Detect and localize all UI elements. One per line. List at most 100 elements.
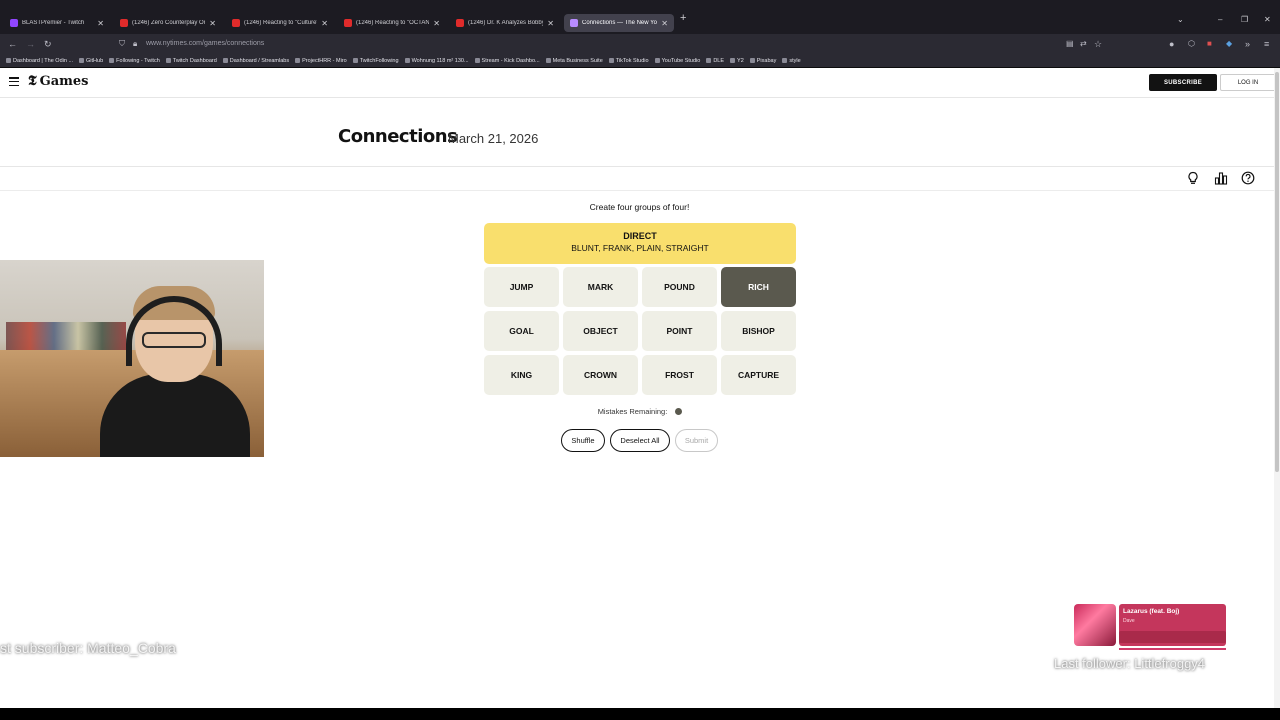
- forward-icon[interactable]: →: [26, 38, 35, 50]
- bookmark-star-icon[interactable]: ☆: [1094, 38, 1102, 50]
- nyt-games-icon: [570, 19, 578, 27]
- tab-label: Connections — The New York T: [582, 20, 657, 26]
- bookmark-item[interactable]: Stream - Kick Dashbo...: [474, 58, 540, 64]
- close-tab-icon[interactable]: ✕: [321, 19, 328, 28]
- bookmark-item[interactable]: style: [782, 58, 801, 64]
- song-progress-bar: [1119, 631, 1226, 643]
- bookmark-label: DLE: [713, 57, 725, 64]
- reader-view-icon[interactable]: ▤: [1066, 38, 1074, 50]
- nyt-games-logo[interactable]: 𝕿 Games: [28, 74, 88, 90]
- scrollbar-thumb[interactable]: [1275, 72, 1279, 472]
- bookmark-icon: [730, 58, 736, 63]
- bookmark-item[interactable]: Dashboard | The Odin ...: [6, 58, 73, 64]
- menu-icon[interactable]: ≡: [1264, 38, 1269, 50]
- tab-label: (1246) Zero Counterplay Oneshi: [132, 20, 205, 26]
- bookmark-item[interactable]: DLE: [706, 58, 724, 64]
- youtube-icon: [232, 19, 240, 27]
- now-playing-widget: Lazarus (feat. Boj) Dave: [1074, 604, 1226, 652]
- browser-tab-bar: BLASTPremier - Twitch ✕ (1246) Zero Coun…: [0, 0, 1280, 34]
- word-tile[interactable]: MARK: [563, 267, 638, 307]
- word-tile[interactable]: POUND: [642, 267, 717, 307]
- browser-tab[interactable]: (1246) Reacting to "OCTANE" b ✕: [338, 14, 446, 32]
- bookmark-label: Meta Business Suite: [552, 57, 603, 64]
- word-tile-selected[interactable]: RICH: [721, 267, 796, 307]
- bookmark-item[interactable]: GitHub: [79, 58, 103, 64]
- browser-tab[interactable]: BLASTPremier - Twitch ✕: [4, 14, 110, 32]
- bookmark-icon: [6, 58, 11, 63]
- extension-badge-icon[interactable]: ■: [1207, 38, 1212, 50]
- hamburger-menu-icon[interactable]: [9, 77, 19, 86]
- login-button[interactable]: LOG IN: [1220, 74, 1276, 91]
- bookmark-item[interactable]: TikTok Studio: [608, 58, 649, 64]
- submit-button[interactable]: Submit: [675, 429, 718, 452]
- bookmark-item[interactable]: Dashboard / Streamlabs: [222, 57, 290, 64]
- bookmark-item[interactable]: Pixabay: [749, 57, 777, 64]
- bookmark-label: Dashboard | The Odin ...: [13, 57, 74, 64]
- minimize-icon[interactable]: –: [1218, 15, 1222, 24]
- bookmark-item[interactable]: YouTube Studio: [654, 58, 700, 64]
- close-tab-icon[interactable]: ✕: [97, 19, 104, 28]
- reload-icon[interactable]: ↻: [44, 38, 52, 50]
- nyt-t-icon: 𝕿: [28, 74, 37, 89]
- word-tile[interactable]: KING: [484, 355, 559, 395]
- word-tile[interactable]: POINT: [642, 311, 717, 351]
- bookmark-icon: [109, 58, 115, 63]
- tab-list-icon[interactable]: ⌄: [1177, 15, 1184, 24]
- solved-group-members: BLUNT, FRANK, PLAIN, STRAIGHT: [571, 243, 709, 253]
- extension-icon[interactable]: ◆: [1226, 38, 1232, 50]
- bookmark-icon: [474, 58, 480, 63]
- bookmark-item[interactable]: TwitchFollowing: [352, 57, 399, 64]
- bookmark-item[interactable]: Twitch Dashboard: [165, 58, 217, 64]
- bookmark-item[interactable]: Meta Business Suite: [545, 57, 603, 64]
- close-window-icon[interactable]: ✕: [1264, 15, 1271, 24]
- back-icon[interactable]: ←: [8, 38, 17, 50]
- deselect-all-button[interactable]: Deselect All: [610, 429, 670, 452]
- tab-label: BLASTPremier - Twitch: [22, 20, 85, 26]
- shuffle-button[interactable]: Shuffle: [561, 429, 605, 452]
- bookmark-icon: [404, 58, 410, 63]
- bookmark-item[interactable]: ProjectHRR - Miro: [295, 58, 347, 64]
- word-tile[interactable]: BISHOP: [721, 311, 796, 351]
- word-tile[interactable]: OBJECT: [563, 311, 638, 351]
- bookmark-label: Dashboard / Streamlabs: [229, 57, 290, 64]
- song-title: Lazarus (feat. Boj): [1123, 608, 1180, 615]
- word-tile[interactable]: GOAL: [484, 311, 559, 351]
- stats-icon[interactable]: [1214, 171, 1228, 185]
- close-tab-icon[interactable]: ✕: [209, 19, 216, 28]
- bookmark-item[interactable]: Y2: [730, 58, 744, 64]
- account-icon[interactable]: ●: [1169, 38, 1174, 50]
- new-tab-icon[interactable]: +: [680, 12, 686, 24]
- browser-nav-bar: ← → ↻ ⛉ 🔒︎ www.nytimes.com/games/connect…: [0, 34, 1280, 54]
- overflow-icon[interactable]: »: [1245, 38, 1250, 50]
- bookmark-label: TwitchFollowing: [359, 57, 399, 64]
- help-icon[interactable]: [1241, 171, 1255, 185]
- bookmark-label: Pixabay: [756, 57, 777, 64]
- bookmark-item[interactable]: Wohnung 118 m² 130...: [404, 58, 469, 64]
- browser-tab[interactable]: (1246) Reacting to "Culture" by ✕: [226, 14, 334, 32]
- browser-tab[interactable]: (1246) Dr. K Analyzes Bobby Le ✕: [450, 14, 560, 32]
- browser-tab-active[interactable]: Connections — The New York T ✕: [564, 14, 674, 32]
- extensions-icon[interactable]: ⬡: [1188, 38, 1195, 50]
- song-artist: Dave: [1123, 618, 1135, 624]
- hint-lightbulb-icon[interactable]: [1186, 171, 1200, 185]
- translate-icon[interactable]: ⇄: [1080, 38, 1087, 50]
- browser-tab[interactable]: (1246) Zero Counterplay Oneshi ✕: [114, 14, 222, 32]
- word-tile[interactable]: CROWN: [563, 355, 638, 395]
- word-tile[interactable]: JUMP: [484, 267, 559, 307]
- word-tile[interactable]: CAPTURE: [721, 355, 796, 395]
- close-tab-icon[interactable]: ✕: [661, 19, 668, 28]
- close-tab-icon[interactable]: ✕: [433, 19, 440, 28]
- youtube-icon: [344, 19, 352, 27]
- tab-label: (1246) Dr. K Analyzes Bobby Le: [468, 20, 544, 26]
- subscribe-button[interactable]: SUBSCRIBE: [1149, 74, 1217, 91]
- shield-icon[interactable]: ⛉: [119, 38, 125, 50]
- word-tile[interactable]: FROST: [642, 355, 717, 395]
- bookmark-item[interactable]: Following - Twitch: [109, 58, 160, 64]
- widget-underline: [1119, 648, 1226, 650]
- restore-icon[interactable]: ❐: [1241, 15, 1248, 24]
- mistakes-remaining: Mistakes Remaining:: [484, 407, 796, 416]
- close-tab-icon[interactable]: ✕: [547, 19, 554, 28]
- bookmark-icon: [749, 58, 755, 63]
- solved-group-yellow: DIRECT BLUNT, FRANK, PLAIN, STRAIGHT: [484, 223, 796, 264]
- url-bar[interactable]: www.nytimes.com/games/connections: [146, 38, 264, 50]
